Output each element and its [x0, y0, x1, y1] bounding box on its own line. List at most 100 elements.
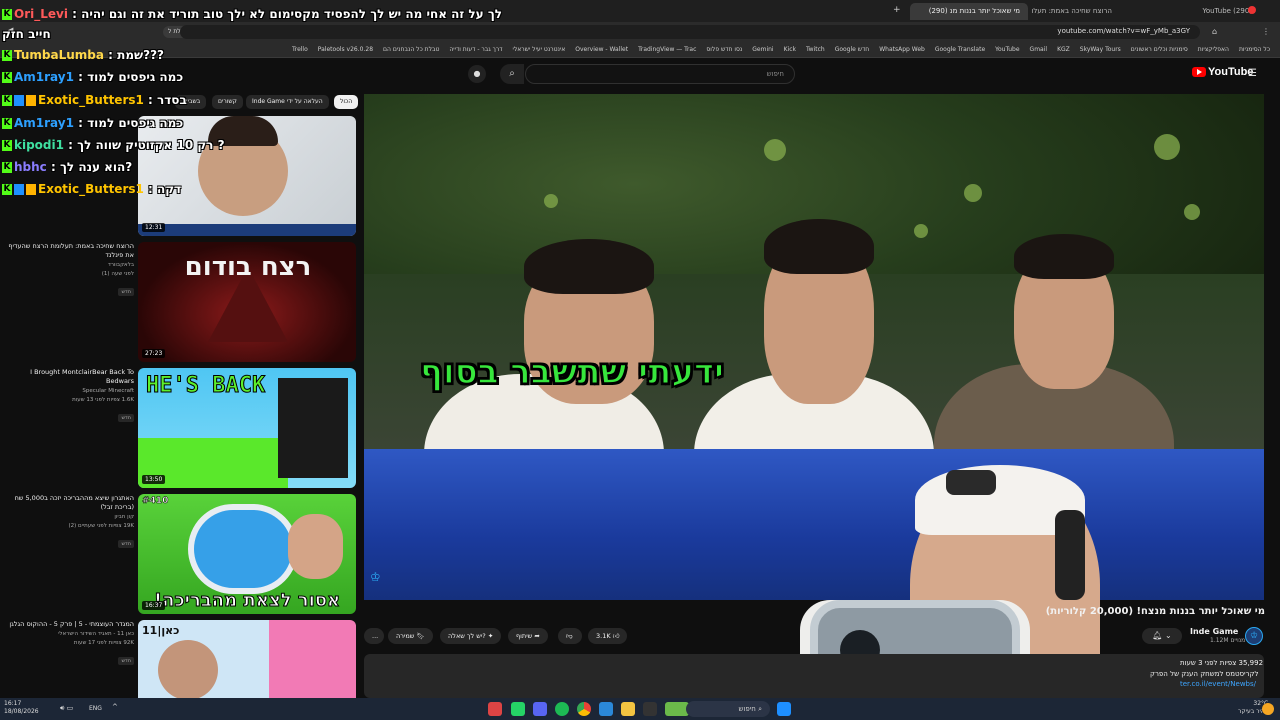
more-actions-button[interactable]: ...	[364, 628, 384, 644]
sun-icon	[1262, 703, 1274, 715]
folder-icon[interactable]	[621, 702, 635, 716]
new-badge: חדש	[118, 414, 134, 422]
bookmark[interactable]: Twitch	[806, 46, 825, 53]
bookmark[interactable]: דרך גבר - דעות ודייה	[449, 46, 502, 53]
photos-icon[interactable]	[599, 702, 613, 716]
bookmark[interactable]: SkyWay Tours	[1080, 46, 1121, 53]
recommended-info[interactable]: הרוצח שחיכה באמת: תעלומת הרצח שהעדיף את …	[4, 242, 134, 297]
recommended-info[interactable]: I Brought MontclairBear Back To Bedwars …	[4, 368, 134, 423]
taskbar-search[interactable]: חיפוש ⌕	[686, 701, 770, 717]
fruit	[964, 184, 982, 202]
description-link[interactable]: ter.co.il/event/Newbs/	[1180, 680, 1256, 688]
spotify-icon[interactable]	[555, 702, 569, 716]
search-placeholder: חיפוש	[738, 705, 756, 713]
browser-menu-icon[interactable]: ⋮	[1262, 27, 1270, 36]
channel-avatar[interactable]: ♔	[1245, 627, 1263, 645]
kick-icon: K	[2, 95, 12, 106]
bookmark[interactable]: אינטרנט יעיל ישראלי	[513, 46, 566, 53]
windows-start-icon[interactable]	[777, 702, 791, 716]
bookmark[interactable]: Gmail	[1030, 46, 1048, 53]
bookmark[interactable]: Paletools v26.0.28	[318, 46, 373, 53]
tab-murder-video[interactable]: הרוצח שחיכה באמת: תעלו (290)	[1030, 3, 1120, 20]
bookmark[interactable]: האפליקציות	[1198, 46, 1229, 53]
recommended-info[interactable]: המגדר העוצמתי - 5 | פרק 5 - ההוקוס הגלגן…	[4, 620, 134, 666]
bookmark[interactable]: נסו חדש פלוס	[706, 46, 742, 53]
voice-search-button[interactable]: ●	[468, 65, 486, 83]
subscribe-bell-button[interactable]: 🔔︎ ⌄	[1142, 628, 1182, 644]
new-tab-button[interactable]: +	[893, 5, 901, 15]
store-icon[interactable]	[643, 702, 657, 716]
share-label: שיתוף	[516, 632, 533, 640]
description-box[interactable]	[364, 654, 1264, 698]
home-icon[interactable]: ⌂	[1212, 27, 1217, 36]
recording-icon	[1248, 6, 1256, 14]
clock-time: 16:17	[4, 700, 22, 707]
recommended-info[interactable]: האתגרון שיצא מההבריכה יזכה ב5,000 שח (בר…	[4, 494, 134, 549]
search-input[interactable]: חיפוש	[525, 64, 795, 84]
like-count: 3.1K	[596, 632, 611, 640]
whatsapp-icon[interactable]	[511, 702, 525, 716]
dislike-button[interactable]: 👎︎	[558, 628, 582, 644]
share-button[interactable]: שיתוף ➦	[508, 628, 548, 644]
bookmark[interactable]: טבלת כל הנבחנים הם	[383, 46, 439, 53]
recommended-title: הרוצח שחיכה באמת: תעלומת הרצח שהעדיף את …	[8, 242, 134, 259]
bookmark[interactable]: TradingView — Trac	[638, 46, 696, 53]
channel-subscribers: 1.12M מנויים	[1210, 637, 1246, 644]
chat-username: Exotic_Butters1	[38, 93, 144, 107]
recommended-thumbnail[interactable]: כאן|11	[138, 620, 356, 698]
chat-username: Am1ray1	[14, 70, 74, 84]
tray-chevron-icon[interactable]: ^	[112, 703, 118, 711]
recommended-channel: קון חביון	[114, 514, 134, 520]
chip-uploaded-by[interactable]: Inde Game העלאה על ידי	[246, 95, 329, 109]
chat-username: hbhc	[14, 160, 47, 174]
chrome-icon[interactable]	[577, 702, 591, 716]
chat-message: K TumbaLumba : שמת???	[2, 48, 165, 62]
thumb-title: HE'S BACK	[146, 373, 266, 398]
bookmark[interactable]: Google Translate	[935, 46, 985, 53]
chat-text: כמה גיפסים למוד	[87, 116, 184, 130]
hamburger-menu-icon[interactable]: ☰	[1248, 68, 1257, 79]
sparkle-icon: ✦	[487, 632, 494, 640]
chat-message: K Exotic_Butters1 : דקה	[2, 182, 182, 196]
channel-name[interactable]: Inde Game	[1190, 627, 1238, 636]
bookmark[interactable]: Kick	[784, 46, 796, 53]
recommended-thumbnail[interactable]: HE'S BACK 13:50	[138, 368, 356, 488]
tab-youtube[interactable]: YouTube (290)	[1120, 3, 1260, 20]
chip-related[interactable]: קשורים	[212, 95, 243, 109]
search-button[interactable]: ⌕	[500, 64, 524, 84]
ask-button[interactable]: יש לך שאלה? ✦	[440, 628, 502, 644]
video-title: מי שאוכל יותר בננות מנצח! (20,000 קלוריו…	[1045, 606, 1265, 617]
bookmark[interactable]: WhatsApp Web	[879, 46, 925, 53]
save-button[interactable]: שמירה 🔖︎	[388, 628, 433, 644]
recommended-thumbnail[interactable]: 12:31	[138, 116, 356, 236]
recommended-thumbnail[interactable]: #410 אסור לצאת מהבריכה! 16:37	[138, 494, 356, 614]
bookmark[interactable]: סימניות וכלים ראשונים	[1131, 46, 1188, 53]
tab-current-video[interactable]: מי שאוכל יותר בננות מנ (290)	[910, 3, 1028, 20]
youtube-logo[interactable]: YouTube	[1192, 66, 1253, 78]
video-duration: 12:31	[142, 223, 166, 232]
like-button[interactable]: 3.1K 👍︎	[588, 628, 628, 644]
kick-icon: K	[2, 118, 12, 129]
bookmark[interactable]: Overview - Wallet	[575, 46, 628, 53]
language-indicator[interactable]: ENG	[89, 705, 102, 712]
windows-taskbar	[0, 698, 1280, 720]
search-icon: ⌕	[509, 68, 515, 79]
discord-icon[interactable]	[533, 702, 547, 716]
share-icon: ➦	[534, 632, 540, 640]
bookmark[interactable]: Google חדש	[835, 46, 870, 53]
recommended-thumbnail[interactable]: רצח בודום 27:23	[138, 242, 356, 362]
chat-message: חייב חזק	[2, 27, 51, 43]
app-icon[interactable]	[488, 702, 502, 716]
bookmark[interactable]: Gemini	[752, 46, 773, 53]
new-badge: חדש	[118, 657, 134, 665]
bookmark[interactable]: Trello	[292, 46, 308, 53]
bookmark[interactable]: YouTube	[995, 46, 1019, 53]
video-caption-overlay: ידעתי שתשבר בסוף	[419, 351, 725, 393]
bookmark[interactable]: KGZ	[1057, 46, 1070, 53]
tray-icons[interactable]: 🔊︎ ▭	[60, 704, 73, 713]
address-bar[interactable]: youtube.com/watch?v=wF_yMb_a3GY	[180, 25, 1200, 39]
chip-all[interactable]: הכול	[334, 95, 359, 109]
tab-label: הרוצח שחיכה באמת: תעלו (290)	[1030, 7, 1112, 15]
taskbar-clock[interactable]: 16:17 18/08/2026	[4, 700, 39, 716]
bookmark[interactable]: כל הסימניות	[1239, 46, 1270, 53]
